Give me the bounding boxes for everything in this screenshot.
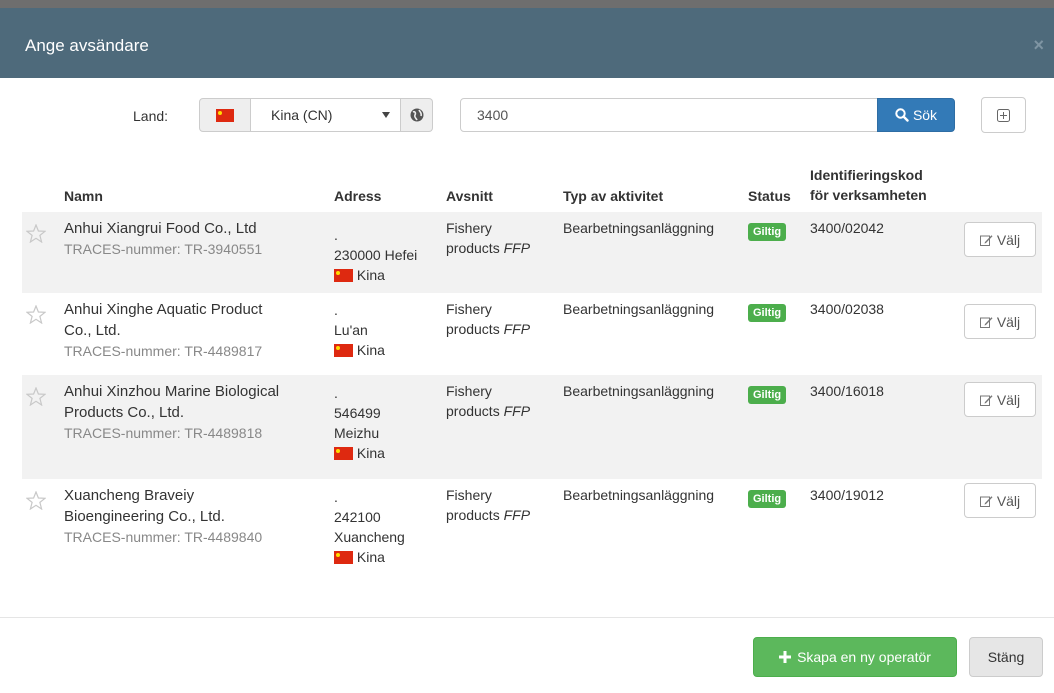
table-row: Anhui Xiangrui Food Co., Ltd TRACES-numm… (22, 212, 1042, 293)
select-button[interactable]: Välj (964, 222, 1036, 257)
address-country: Kina (334, 547, 405, 567)
backdrop-strip (0, 0, 1054, 8)
search-icon (895, 108, 909, 122)
operator-address: . 230000 Hefei Kina (334, 227, 418, 285)
status-badge: Giltig (748, 386, 787, 404)
search-button-label: Sök (912, 107, 938, 123)
table-row: Xuancheng Braveiy Bioengineering Co., Lt… (22, 479, 1042, 583)
edit-icon (979, 316, 993, 328)
id-code: 3400/02038 (810, 301, 884, 317)
address-country: Kina (334, 265, 417, 285)
address-country: Kina (334, 443, 385, 463)
create-operator-button[interactable]: Skapa en ny operatör (753, 637, 957, 677)
edit-icon (979, 234, 993, 246)
traces-number: TRACES-nummer: TR-4489817 (64, 343, 263, 359)
modal-header: Ange avsändare × (0, 8, 1054, 78)
china-flag-icon (199, 98, 251, 132)
china-flag-icon (334, 447, 353, 460)
edit-icon (979, 495, 993, 507)
header-idcode: Identifieringskod för verksamheten (810, 167, 927, 203)
footer-divider (0, 617, 1054, 618)
caret-down-icon (382, 112, 390, 118)
operator-section: Fishery products FFP (446, 220, 531, 256)
activity-type: Bearbetningsanläggning (563, 301, 715, 317)
traces-number: TRACES-nummer: TR-3940551 (64, 241, 263, 257)
land-label: Land: (133, 108, 169, 124)
id-code: 3400/19012 (810, 487, 884, 503)
select-button[interactable]: Välj (964, 382, 1036, 417)
status-badge: Giltig (748, 223, 787, 241)
expand-button[interactable] (981, 97, 1026, 133)
star-outline-icon[interactable] (26, 387, 46, 406)
operator-section: Fishery products FFP (446, 383, 531, 419)
header-address: Adress (334, 188, 382, 204)
edit-icon (979, 394, 993, 406)
address-country: Kina (334, 340, 385, 360)
header-name: Namn (64, 188, 103, 204)
operator-section: Fishery products FFP (446, 487, 531, 523)
activity-type: Bearbetningsanläggning (563, 383, 715, 399)
operator-address: . Lu'an Kina (334, 302, 385, 360)
operator-address: . 546499 Meizhu Kina (334, 385, 385, 463)
status-badge: Giltig (748, 304, 787, 322)
country-select-value: Kina (CN) (271, 107, 333, 123)
traces-number: TRACES-nummer: TR-4489818 (64, 425, 263, 441)
star-outline-icon[interactable] (26, 224, 46, 243)
operator-name: Anhui Xinzhou Marine Biological Products… (64, 381, 329, 444)
activity-type: Bearbetningsanläggning (563, 220, 715, 236)
operator-name: Anhui Xinghe Aquatic Product Co., Ltd. T… (64, 299, 329, 362)
activity-type: Bearbetningsanläggning (563, 487, 715, 503)
table-row: Anhui Xinghe Aquatic Product Co., Ltd. T… (22, 293, 1042, 375)
china-flag-icon (334, 344, 353, 357)
close-icon[interactable]: × (1033, 35, 1044, 56)
operator-name: Anhui Xiangrui Food Co., Ltd TRACES-numm… (64, 218, 329, 260)
operator-section: Fishery products FFP (446, 301, 531, 337)
id-code: 3400/16018 (810, 383, 884, 399)
star-outline-icon[interactable] (26, 305, 46, 324)
header-status: Status (748, 188, 791, 204)
id-code: 3400/02042 (810, 220, 884, 236)
search-input[interactable] (460, 98, 878, 132)
table-row: Anhui Xinzhou Marine Biological Products… (22, 375, 1042, 479)
search-row: Land: Kina (CN) Sök (0, 96, 1054, 136)
operator-address: . 242100 Xuancheng Kina (334, 489, 405, 567)
globe-icon[interactable] (401, 98, 433, 132)
country-select[interactable]: Kina (CN) (251, 98, 401, 132)
country-select-group: Kina (CN) (199, 98, 433, 132)
traces-number: TRACES-nummer: TR-4489840 (64, 529, 263, 545)
header-activity: Typ av aktivitet (563, 188, 664, 204)
modal-title: Ange avsändare (25, 36, 149, 55)
header-section: Avsnitt (446, 188, 493, 204)
operator-name: Xuancheng Braveiy Bioengineering Co., Lt… (64, 485, 329, 548)
china-flag-icon (334, 269, 353, 282)
star-outline-icon[interactable] (26, 491, 46, 510)
china-flag-icon (334, 551, 353, 564)
plus-square-icon (997, 108, 1010, 122)
search-button[interactable]: Sök (877, 98, 955, 132)
select-button[interactable]: Välj (964, 304, 1036, 339)
select-button[interactable]: Välj (964, 483, 1036, 518)
plus-icon (779, 651, 792, 663)
status-badge: Giltig (748, 490, 787, 508)
close-button[interactable]: Stäng (969, 637, 1043, 677)
